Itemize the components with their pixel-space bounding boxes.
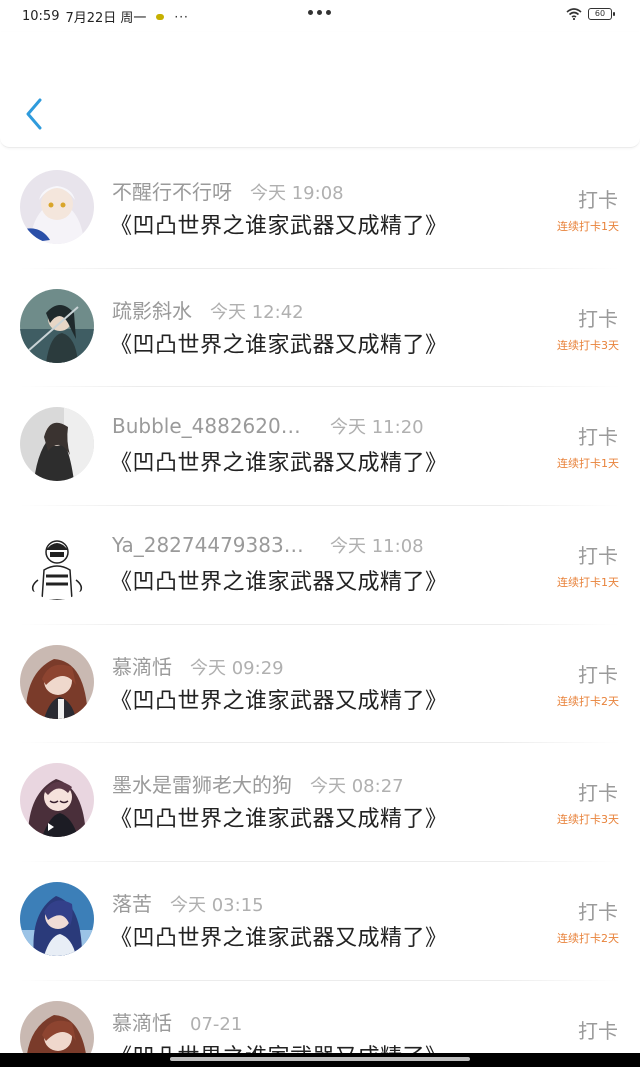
- user-name[interactable]: 墨水是雷狮老大的狗: [112, 769, 292, 798]
- battery-level: 60: [594, 9, 606, 18]
- more-notifications-icon: ···: [174, 9, 189, 24]
- checkin-label: 打卡: [578, 425, 618, 450]
- post-title[interactable]: 《凹凸世界之谁家武器又成精了》: [110, 208, 448, 240]
- battery-icon: 60: [588, 8, 615, 20]
- streak-badge: 连续打卡3天: [557, 813, 619, 827]
- item-meta: 慕滴恬 07-21: [112, 1007, 242, 1036]
- checkin-label: 打卡: [578, 544, 618, 569]
- chevron-left-icon: [26, 98, 42, 130]
- post-title[interactable]: 《凹凸世界之谁家武器又成精了》: [110, 683, 448, 715]
- post-time: 今天 09:29: [190, 657, 284, 679]
- avatar[interactable]: [20, 644, 94, 719]
- streak-badge: 连续打卡2天: [557, 694, 619, 708]
- status-bar: 10:59 7月22日 周一 ··· 60: [0, 0, 640, 32]
- post-time: 今天 19:08: [250, 183, 344, 204]
- post-time: 今天 08:27: [310, 776, 404, 798]
- checkin-list: 不醒行不行呀 今天 19:08 《凹凸世界之谁家武器又成精了》 打卡 连续打卡1…: [0, 150, 640, 1055]
- post-time: 今天 12:42: [210, 301, 304, 323]
- user-name[interactable]: Ya_282744793832...: [112, 533, 312, 557]
- post-time: 今天 11:20: [330, 417, 424, 439]
- streak-badge: 连续打卡1天: [557, 576, 619, 590]
- streak-badge: 连续打卡3天: [557, 338, 619, 352]
- list-item[interactable]: 墨水是雷狮老大的狗 今天 08:27 《凹凸世界之谁家武器又成精了》 打卡 连续…: [0, 743, 640, 863]
- item-meta: 墨水是雷狮老大的狗 今天 08:27: [112, 769, 404, 798]
- avatar[interactable]: [20, 882, 94, 957]
- list-item[interactable]: 慕滴恬 今天 09:29 《凹凸世界之谁家武器又成精了》 打卡 连续打卡2天: [0, 625, 640, 744]
- post-title[interactable]: 《凹凸世界之谁家武器又成精了》: [110, 801, 448, 833]
- status-time: 10:59: [22, 9, 60, 24]
- post-title[interactable]: 《凹凸世界之谁家武器又成精了》: [110, 445, 448, 477]
- post-time: 今天 03:15: [170, 895, 264, 917]
- checkin-label: 打卡: [578, 900, 618, 925]
- avatar[interactable]: [20, 763, 94, 838]
- post-title[interactable]: 《凹凸世界之谁家武器又成精了》: [110, 920, 448, 952]
- wifi-icon: [566, 8, 582, 20]
- user-name[interactable]: 不醒行不行呀: [112, 176, 232, 205]
- list-item[interactable]: 落苦 今天 03:15 《凹凸世界之谁家武器又成精了》 打卡 连续打卡2天: [0, 862, 640, 981]
- list-item[interactable]: 不醒行不行呀 今天 19:08 《凹凸世界之谁家武器又成精了》 打卡 连续打卡1…: [0, 150, 640, 269]
- user-name[interactable]: 落苦: [112, 888, 152, 917]
- checkin-label: 打卡: [578, 188, 618, 212]
- streak-badge: 连续打卡1天: [557, 457, 619, 471]
- system-nav-bar: [0, 1053, 640, 1067]
- list-item[interactable]: Bubble_48826207... 今天 11:20 《凹凸世界之谁家武器又成…: [0, 387, 640, 507]
- avatar[interactable]: [20, 1000, 94, 1055]
- top-header: [0, 32, 640, 148]
- streak-badge: 连续打卡2天: [557, 932, 619, 946]
- item-meta: Ya_282744793832... 今天 11:08: [112, 532, 424, 558]
- avatar[interactable]: [20, 407, 94, 482]
- list-item[interactable]: 疏影斜水 今天 12:42 《凹凸世界之谁家武器又成精了》 打卡 连续打卡3天: [0, 269, 640, 388]
- status-center-dots-icon: [308, 10, 331, 15]
- status-date: 7月22日 周一: [65, 11, 147, 26]
- user-name[interactable]: 慕滴恬: [112, 651, 172, 680]
- user-name[interactable]: 疏影斜水: [112, 295, 192, 324]
- user-name[interactable]: 慕滴恬: [112, 1007, 172, 1036]
- item-meta: Bubble_48826207... 今天 11:20: [112, 413, 424, 439]
- status-left: 10:59 7月22日 周一 ···: [22, 7, 189, 26]
- avatar[interactable]: [20, 288, 94, 363]
- user-name[interactable]: Bubble_48826207...: [112, 414, 312, 438]
- avatar[interactable]: [20, 170, 94, 244]
- post-time: 今天 11:08: [330, 536, 424, 558]
- notification-icon: [156, 13, 165, 20]
- checkin-label: 打卡: [578, 306, 618, 331]
- item-meta: 落苦 今天 03:15: [112, 888, 264, 917]
- checkin-label: 打卡: [578, 662, 618, 687]
- checkin-label: 打卡: [578, 781, 618, 806]
- item-meta: 不醒行不行呀 今天 19:08: [112, 176, 344, 205]
- avatar[interactable]: [20, 526, 94, 601]
- streak-badge: 连续打卡1天: [557, 220, 619, 233]
- status-right: 60: [566, 8, 615, 20]
- post-title[interactable]: 《凹凸世界之谁家武器又成精了》: [110, 327, 448, 359]
- item-meta: 疏影斜水 今天 12:42: [112, 295, 304, 324]
- back-button[interactable]: [20, 94, 48, 134]
- item-meta: 慕滴恬 今天 09:29: [112, 651, 284, 680]
- checkin-label: 打卡: [578, 1018, 618, 1043]
- list-item[interactable]: 慕滴恬 07-21 《凹凸世界之谁家武器又成精了》 打卡: [0, 981, 640, 1055]
- home-indicator[interactable]: [170, 1057, 470, 1061]
- post-time: 07-21: [190, 1013, 243, 1035]
- post-title[interactable]: 《凹凸世界之谁家武器又成精了》: [110, 564, 448, 596]
- list-item[interactable]: Ya_282744793832... 今天 11:08 《凹凸世界之谁家武器又成…: [0, 506, 640, 625]
